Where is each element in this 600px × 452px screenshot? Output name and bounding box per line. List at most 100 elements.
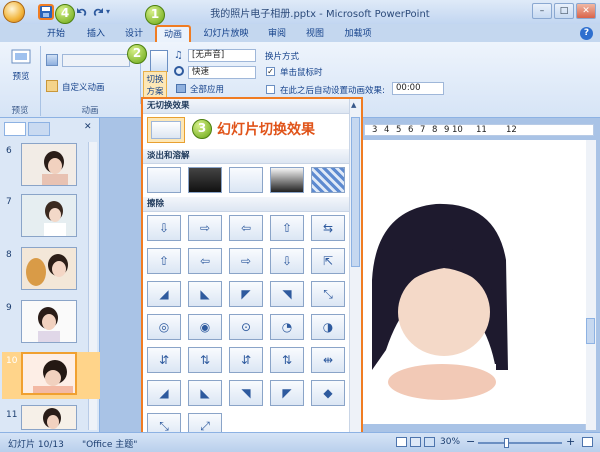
auto-after-checkbox[interactable] bbox=[266, 85, 275, 94]
ruler-tick: 10 bbox=[452, 125, 463, 135]
sound-icon: ♫ bbox=[174, 50, 183, 61]
slide-thumbnail[interactable] bbox=[21, 300, 77, 343]
speed-dropdown[interactable]: 快速 bbox=[188, 66, 256, 79]
wipe-transition-item[interactable]: ◤ bbox=[229, 281, 263, 307]
wipe-transition-item[interactable]: ⤡ bbox=[311, 281, 345, 307]
slides-tab[interactable] bbox=[4, 122, 26, 136]
wipe-transition-item[interactable]: ⇅ bbox=[270, 347, 304, 373]
gallery-scroll-thumb[interactable] bbox=[351, 117, 360, 267]
slide-thumbnail[interactable] bbox=[21, 247, 77, 290]
random-bars-item[interactable] bbox=[311, 167, 345, 193]
no-transition-item[interactable] bbox=[147, 117, 185, 143]
theme-name: "Office 主题" bbox=[82, 440, 138, 450]
close-pane-icon[interactable]: ✕ bbox=[84, 122, 92, 132]
wipe-transition-item[interactable]: ◢ bbox=[147, 281, 181, 307]
ribbon-tabs: 开始 插入 设计 动画 幻灯片放映 审阅 视图 加载项 ? bbox=[0, 24, 600, 42]
tab-slideshow[interactable]: 幻灯片放映 bbox=[200, 26, 252, 42]
wipe-transition-item[interactable]: ⇧ bbox=[147, 248, 181, 274]
step-badge-3: 3 bbox=[192, 119, 212, 139]
wipe-transition-item[interactable]: ◉ bbox=[188, 314, 222, 340]
wipe-transition-item[interactable]: ◑ bbox=[311, 314, 345, 340]
wipe-transition-item[interactable]: ⇅ bbox=[188, 347, 222, 373]
save-icon[interactable] bbox=[38, 4, 54, 20]
on-click-checkbox[interactable]: ✓ bbox=[266, 67, 275, 76]
fade-smoothly-item[interactable] bbox=[147, 167, 181, 193]
wipe-transition-item[interactable]: ◣ bbox=[188, 281, 222, 307]
wipe-transition-item[interactable]: ⇦ bbox=[188, 248, 222, 274]
slide-thumbnail[interactable] bbox=[21, 405, 77, 430]
wipe-transition-item[interactable]: ⊙ bbox=[229, 314, 263, 340]
wipe-transition-item[interactable]: ◆ bbox=[311, 380, 345, 406]
slide-thumbnail-selected[interactable] bbox=[21, 352, 77, 395]
wipe-transition-item[interactable]: ⇦ bbox=[229, 215, 263, 241]
vertical-scrollbar[interactable] bbox=[585, 140, 596, 430]
section-no-transition: 无切换效果 bbox=[143, 99, 349, 114]
custom-animation-button[interactable]: 自定义动画 bbox=[62, 81, 105, 93]
tab-design[interactable]: 设计 bbox=[118, 26, 150, 42]
wipe-transition-item[interactable]: ⇩ bbox=[270, 248, 304, 274]
wipe-transition-item[interactable]: ⇱ bbox=[311, 248, 345, 274]
wipe-transition-item[interactable]: ⇵ bbox=[147, 347, 181, 373]
preview-button[interactable]: 预览 bbox=[8, 46, 34, 88]
fade-through-black-item[interactable] bbox=[270, 167, 304, 193]
zoom-slider-thumb[interactable] bbox=[504, 438, 509, 448]
office-button[interactable] bbox=[3, 1, 25, 23]
tab-addins[interactable]: 加载项 bbox=[338, 26, 378, 42]
wipe-transition-item[interactable]: ⇨ bbox=[188, 215, 222, 241]
quick-access-dropdown-icon[interactable]: ▾ bbox=[106, 7, 110, 16]
maximize-button[interactable]: □ bbox=[554, 3, 574, 19]
minimize-button[interactable]: – bbox=[532, 3, 552, 19]
view-slideshow-icon[interactable] bbox=[424, 437, 435, 447]
wipe-transition-item[interactable]: ⇵ bbox=[229, 347, 263, 373]
slide-canvas[interactable] bbox=[346, 140, 586, 424]
slide-number: 10 bbox=[6, 356, 18, 366]
wipe-transition-item[interactable]: ◤ bbox=[270, 380, 304, 406]
help-icon[interactable]: ? bbox=[580, 27, 593, 40]
redo-icon[interactable] bbox=[90, 4, 106, 20]
zoom-out-button[interactable]: − bbox=[466, 435, 475, 448]
wipe-transition-item[interactable]: ⇧ bbox=[270, 215, 304, 241]
ruler-tick: 4 bbox=[384, 125, 390, 135]
wipe-transition-item[interactable]: ⇆ bbox=[311, 215, 345, 241]
gallery-scrollbar[interactable]: ▲ ▼ bbox=[349, 99, 361, 446]
ruler-tick: 9 bbox=[444, 125, 450, 135]
animate-dropdown[interactable] bbox=[62, 54, 130, 67]
apply-all-button[interactable]: 全部应用 bbox=[190, 83, 224, 95]
scroll-up-icon[interactable]: ▲ bbox=[351, 101, 356, 109]
fit-window-icon[interactable] bbox=[582, 437, 593, 447]
wipe-transition-item[interactable]: ◣ bbox=[188, 380, 222, 406]
slide-photo bbox=[346, 180, 508, 424]
slide-thumbnail[interactable] bbox=[21, 194, 77, 237]
wipe-transition-item[interactable]: ◢ bbox=[147, 380, 181, 406]
outline-tab[interactable] bbox=[28, 122, 50, 136]
tab-animation[interactable]: 动画 bbox=[155, 25, 191, 42]
window-title: 我的照片电子相册.pptx - Microsoft PowerPoint bbox=[210, 9, 430, 20]
scroll-thumb[interactable] bbox=[586, 318, 595, 344]
fade-black-item[interactable] bbox=[188, 167, 222, 193]
wipe-transition-item[interactable]: ◥ bbox=[229, 380, 263, 406]
tab-home[interactable]: 开始 bbox=[40, 26, 72, 42]
zoom-slider[interactable] bbox=[478, 442, 562, 444]
dissolve-item[interactable] bbox=[229, 167, 263, 193]
view-normal-icon[interactable] bbox=[396, 437, 407, 447]
step-badge-1: 1 bbox=[145, 5, 165, 25]
wipe-transition-item[interactable]: ⇨ bbox=[229, 248, 263, 274]
undo-icon[interactable] bbox=[74, 4, 90, 20]
view-sorter-icon[interactable] bbox=[410, 437, 421, 447]
sound-dropdown[interactable]: [无声音] bbox=[188, 49, 256, 62]
close-button[interactable]: ✕ bbox=[576, 3, 596, 19]
wipe-transition-item[interactable]: ⇹ bbox=[311, 347, 345, 373]
transition-thumb[interactable] bbox=[150, 50, 168, 72]
advance-heading: 换片方式 bbox=[265, 52, 300, 62]
tab-review[interactable]: 审阅 bbox=[262, 26, 292, 42]
wipe-transition-item[interactable]: ◥ bbox=[270, 281, 304, 307]
auto-time-input[interactable]: 00:00 bbox=[392, 82, 444, 95]
slide-thumbnail[interactable] bbox=[21, 143, 77, 186]
wipe-transition-item[interactable]: ◎ bbox=[147, 314, 181, 340]
wipe-transition-item[interactable]: ⇩ bbox=[147, 215, 181, 241]
tab-insert[interactable]: 插入 bbox=[80, 26, 112, 42]
tab-view[interactable]: 视图 bbox=[300, 26, 330, 42]
wipe-transition-item[interactable]: ◔ bbox=[270, 314, 304, 340]
zoom-in-button[interactable]: + bbox=[566, 435, 575, 448]
zoom-level[interactable]: 30% bbox=[440, 437, 460, 447]
